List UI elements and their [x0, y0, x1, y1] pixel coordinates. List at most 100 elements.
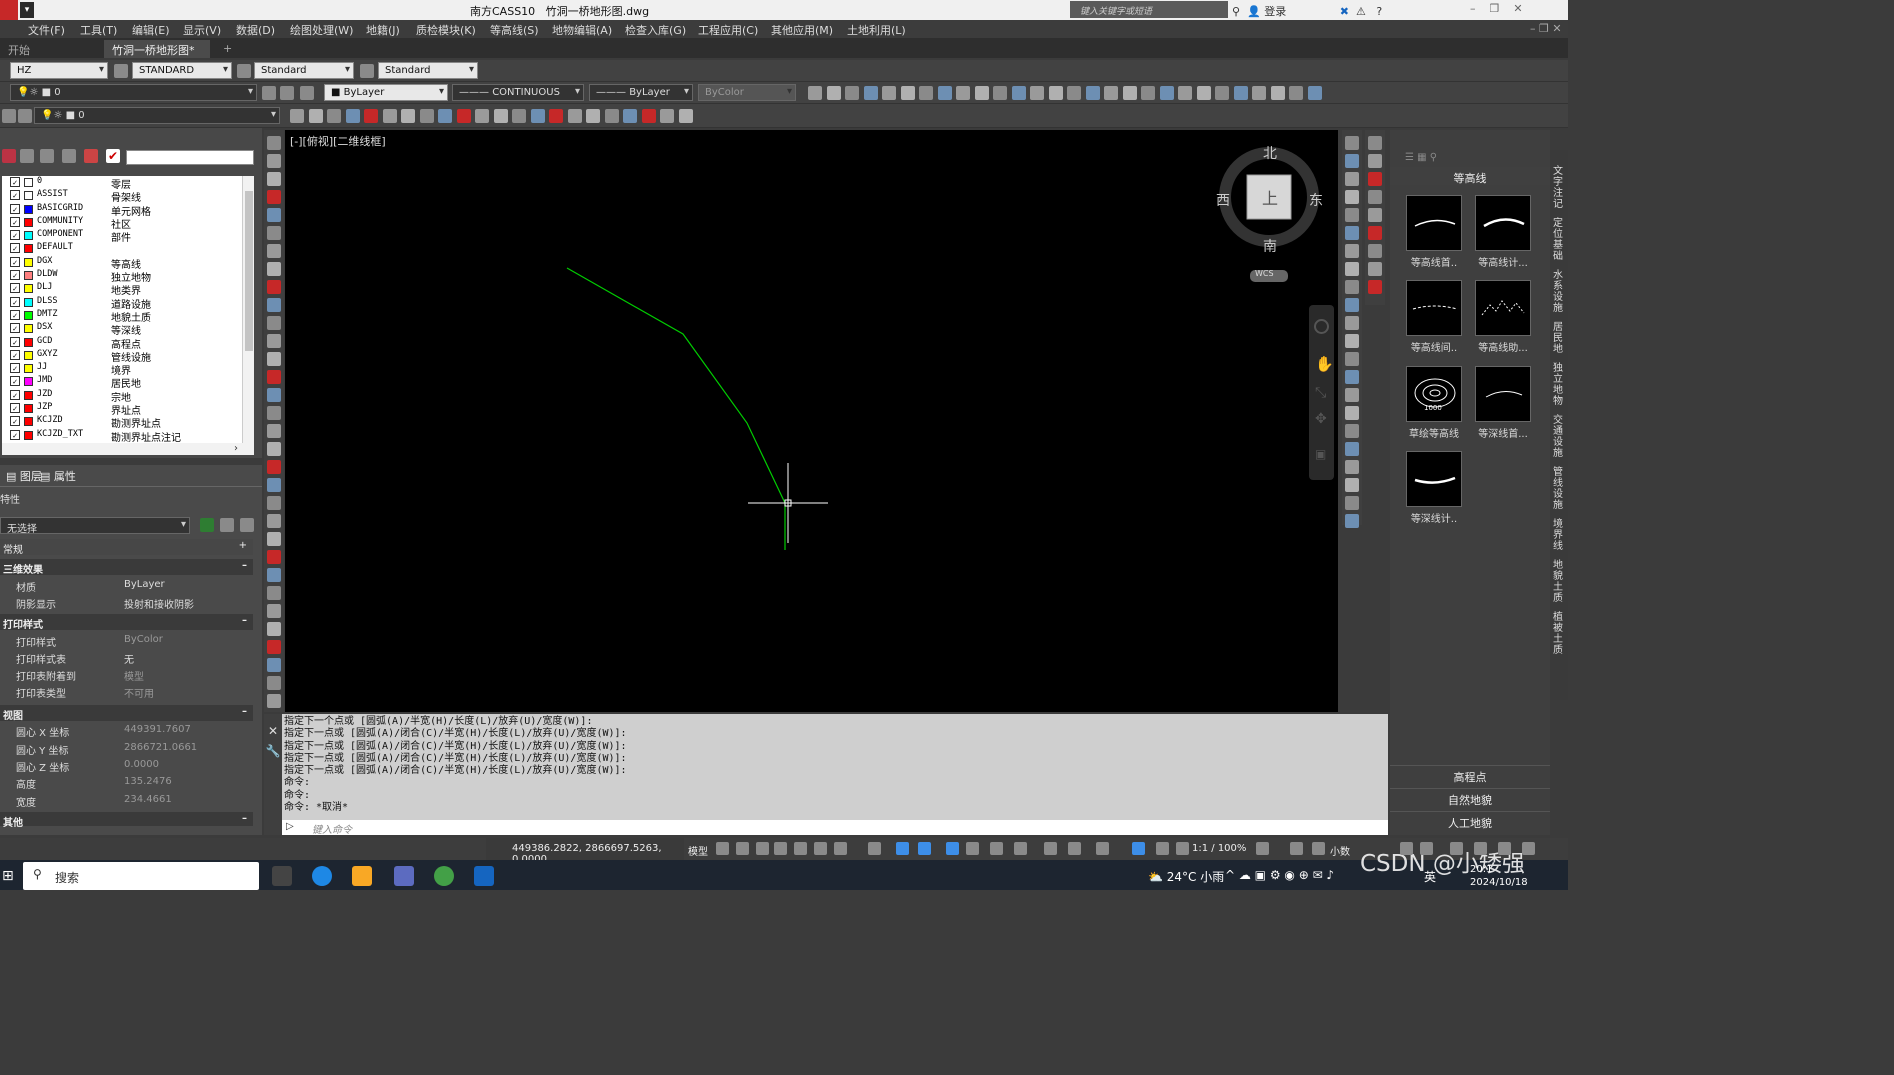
hz-combo[interactable]: HZ — [10, 62, 108, 79]
layer-visible-checkbox[interactable]: ✓ — [10, 230, 20, 241]
dim-style-combo[interactable]: Standard — [254, 62, 354, 79]
layer-color-swatch[interactable] — [24, 324, 33, 334]
palette-tool-label[interactable]: 等高线间.. — [1399, 339, 1469, 354]
modify-tool-4-icon[interactable] — [1345, 190, 1359, 204]
status-toggle-1-icon[interactable] — [716, 842, 729, 855]
layer-color-swatch[interactable] — [24, 417, 33, 427]
draw-tool-5-icon[interactable] — [364, 109, 378, 123]
layer-visible-checkbox[interactable]: ✓ — [10, 323, 20, 334]
left-tool-17-icon[interactable] — [267, 424, 281, 438]
palette-tool-label[interactable]: 等高线首.. — [1399, 254, 1469, 269]
layer-visible-checkbox[interactable]: ✓ — [10, 243, 20, 254]
modify-tool-22-icon[interactable] — [1345, 514, 1359, 528]
menu-tools[interactable]: 工具(T) — [80, 22, 117, 38]
draw-tool-20-icon[interactable] — [641, 109, 656, 123]
std-tool-18-icon[interactable] — [1122, 86, 1137, 100]
layer-row[interactable]: ✓ COMMUNITY 社区 — [2, 216, 242, 231]
section-3d[interactable]: 三维效果 – — [0, 559, 253, 576]
windows-start-icon[interactable]: ⊞ — [2, 868, 14, 884]
weather-widget[interactable]: ⛅ 24°C 小雨 — [1148, 868, 1224, 885]
scrollbar-thumb[interactable] — [245, 191, 253, 351]
std-tool-23-icon[interactable] — [1215, 86, 1229, 100]
modify-tool-10-icon[interactable] — [1345, 298, 1359, 312]
collapse-icon[interactable]: – — [242, 813, 247, 824]
scroll-right-icon[interactable]: › — [234, 443, 238, 454]
menu-engineering[interactable]: 工程应用(C) — [698, 22, 758, 38]
menu-cadastre[interactable]: 地籍(J) — [366, 22, 400, 38]
palette-side-tab[interactable]: 文字注记 — [1552, 166, 1564, 210]
layer-list-hscrollbar[interactable]: › — [2, 443, 254, 455]
modify-tool-11-icon[interactable] — [1345, 316, 1359, 330]
cmd-settings-icon[interactable]: 🔧 — [264, 744, 282, 758]
word-app-icon[interactable] — [474, 866, 494, 886]
status-toggle-4-icon[interactable] — [774, 842, 787, 855]
palette-side-tab[interactable]: 境界线 — [1552, 519, 1564, 552]
layer-filter-input[interactable] — [126, 150, 254, 165]
layer-list-scrollbar[interactable] — [242, 176, 254, 443]
status-toggle-12-icon[interactable] — [966, 842, 979, 855]
layer-color-swatch[interactable] — [24, 377, 33, 387]
left-tool-13-icon[interactable] — [267, 352, 281, 366]
layer-row[interactable]: ✓ JMD 居民地 — [2, 375, 242, 390]
layer-manager-icon[interactable] — [262, 86, 276, 100]
collapse-icon[interactable]: – — [242, 615, 247, 626]
draw-tool-11-icon[interactable] — [475, 109, 489, 123]
draw-tool-1-icon[interactable] — [290, 109, 304, 123]
left-tool-27-icon[interactable] — [267, 604, 281, 618]
std-tool-15-icon[interactable] — [1067, 86, 1081, 100]
layer-row[interactable]: ✓ ASSIST 骨架线 — [2, 189, 242, 204]
window-controls[interactable]: –❐✕ — [1470, 2, 1537, 15]
tab-start[interactable]: 开始 — [0, 40, 100, 58]
std-tool-3-icon[interactable] — [845, 86, 859, 100]
left-tool-1-icon[interactable] — [267, 136, 281, 150]
layer-row[interactable]: ✓ KCJZD 勘测界址点 — [2, 415, 242, 430]
palette-side-tab[interactable]: 定位基础 — [1552, 218, 1564, 262]
draw-tool-10-icon[interactable] — [456, 109, 471, 123]
std-tool-16-icon[interactable] — [1085, 86, 1100, 100]
collapse-icon[interactable]: – — [242, 560, 247, 571]
prop-plotstyle[interactable]: 打印样式 ByColor — [0, 632, 253, 649]
steering-wheel-icon[interactable] — [1314, 319, 1329, 334]
layer-color-swatch[interactable] — [24, 271, 33, 281]
a360-icon[interactable]: ⚠ — [1356, 5, 1366, 18]
left-tool-21-icon[interactable] — [267, 496, 281, 510]
layer-list-icon[interactable] — [62, 149, 76, 163]
draw-tool-21-icon[interactable] — [660, 109, 674, 123]
draw-tool-22-icon[interactable] — [678, 109, 693, 123]
std-tool-24-icon[interactable] — [1233, 86, 1248, 100]
status-toggle-15-icon[interactable] — [1044, 842, 1057, 855]
layer-color-swatch[interactable] — [24, 364, 33, 374]
pan-icon[interactable]: ✋ — [1315, 355, 1334, 373]
modify-tool-13-icon[interactable] — [1345, 352, 1359, 366]
close-cmd-icon[interactable]: ✕ — [264, 724, 282, 738]
std-tool-26-icon[interactable] — [1270, 86, 1285, 100]
std-tool-22-icon[interactable] — [1196, 86, 1211, 100]
account-area[interactable]: ⚲ 👤 登录 ✖ ⚠ ? — [1232, 3, 1382, 19]
status-toggle-3-icon[interactable] — [756, 842, 769, 855]
green-polyline[interactable] — [566, 267, 786, 550]
palette-side-tab[interactable]: 独立地物 — [1552, 363, 1564, 407]
left-tool-18-icon[interactable] — [267, 442, 281, 456]
left-tool-24-icon[interactable] — [267, 550, 281, 564]
palette-tool-tile[interactable] — [1475, 195, 1531, 251]
layer-row[interactable]: ✓ DMTZ 地貌土质 — [2, 309, 242, 324]
layer-visible-checkbox[interactable]: ✓ — [10, 389, 20, 400]
std-tool-25-icon[interactable] — [1252, 86, 1266, 100]
menu-contour[interactable]: 等高线(S) — [490, 22, 539, 38]
collapse-icon[interactable]: – — [242, 706, 247, 717]
left-tool-11-icon[interactable] — [267, 316, 281, 330]
edge-browser-icon[interactable] — [312, 866, 332, 886]
std-tool-14-icon[interactable] — [1048, 86, 1063, 100]
modify-tool-3-icon[interactable] — [1345, 172, 1359, 186]
modify-tool-14-icon[interactable] — [1345, 370, 1359, 384]
layer-row[interactable]: ✓ DEFAULT — [2, 242, 242, 255]
prop-width[interactable]: 宽度 234.4661 — [0, 792, 253, 809]
palette-side-tab[interactable]: 管线设施 — [1552, 467, 1564, 511]
layer-tool2-icon[interactable] — [18, 109, 32, 123]
status-toggle-8-icon[interactable] — [868, 842, 881, 855]
layer-row[interactable]: ✓ 0 零层 — [2, 176, 242, 191]
new-tab-button[interactable]: + — [215, 40, 240, 58]
layer-color-swatch[interactable] — [24, 257, 33, 267]
left-tool-6-icon[interactable] — [267, 226, 281, 240]
layer-color-swatch[interactable] — [24, 284, 33, 294]
